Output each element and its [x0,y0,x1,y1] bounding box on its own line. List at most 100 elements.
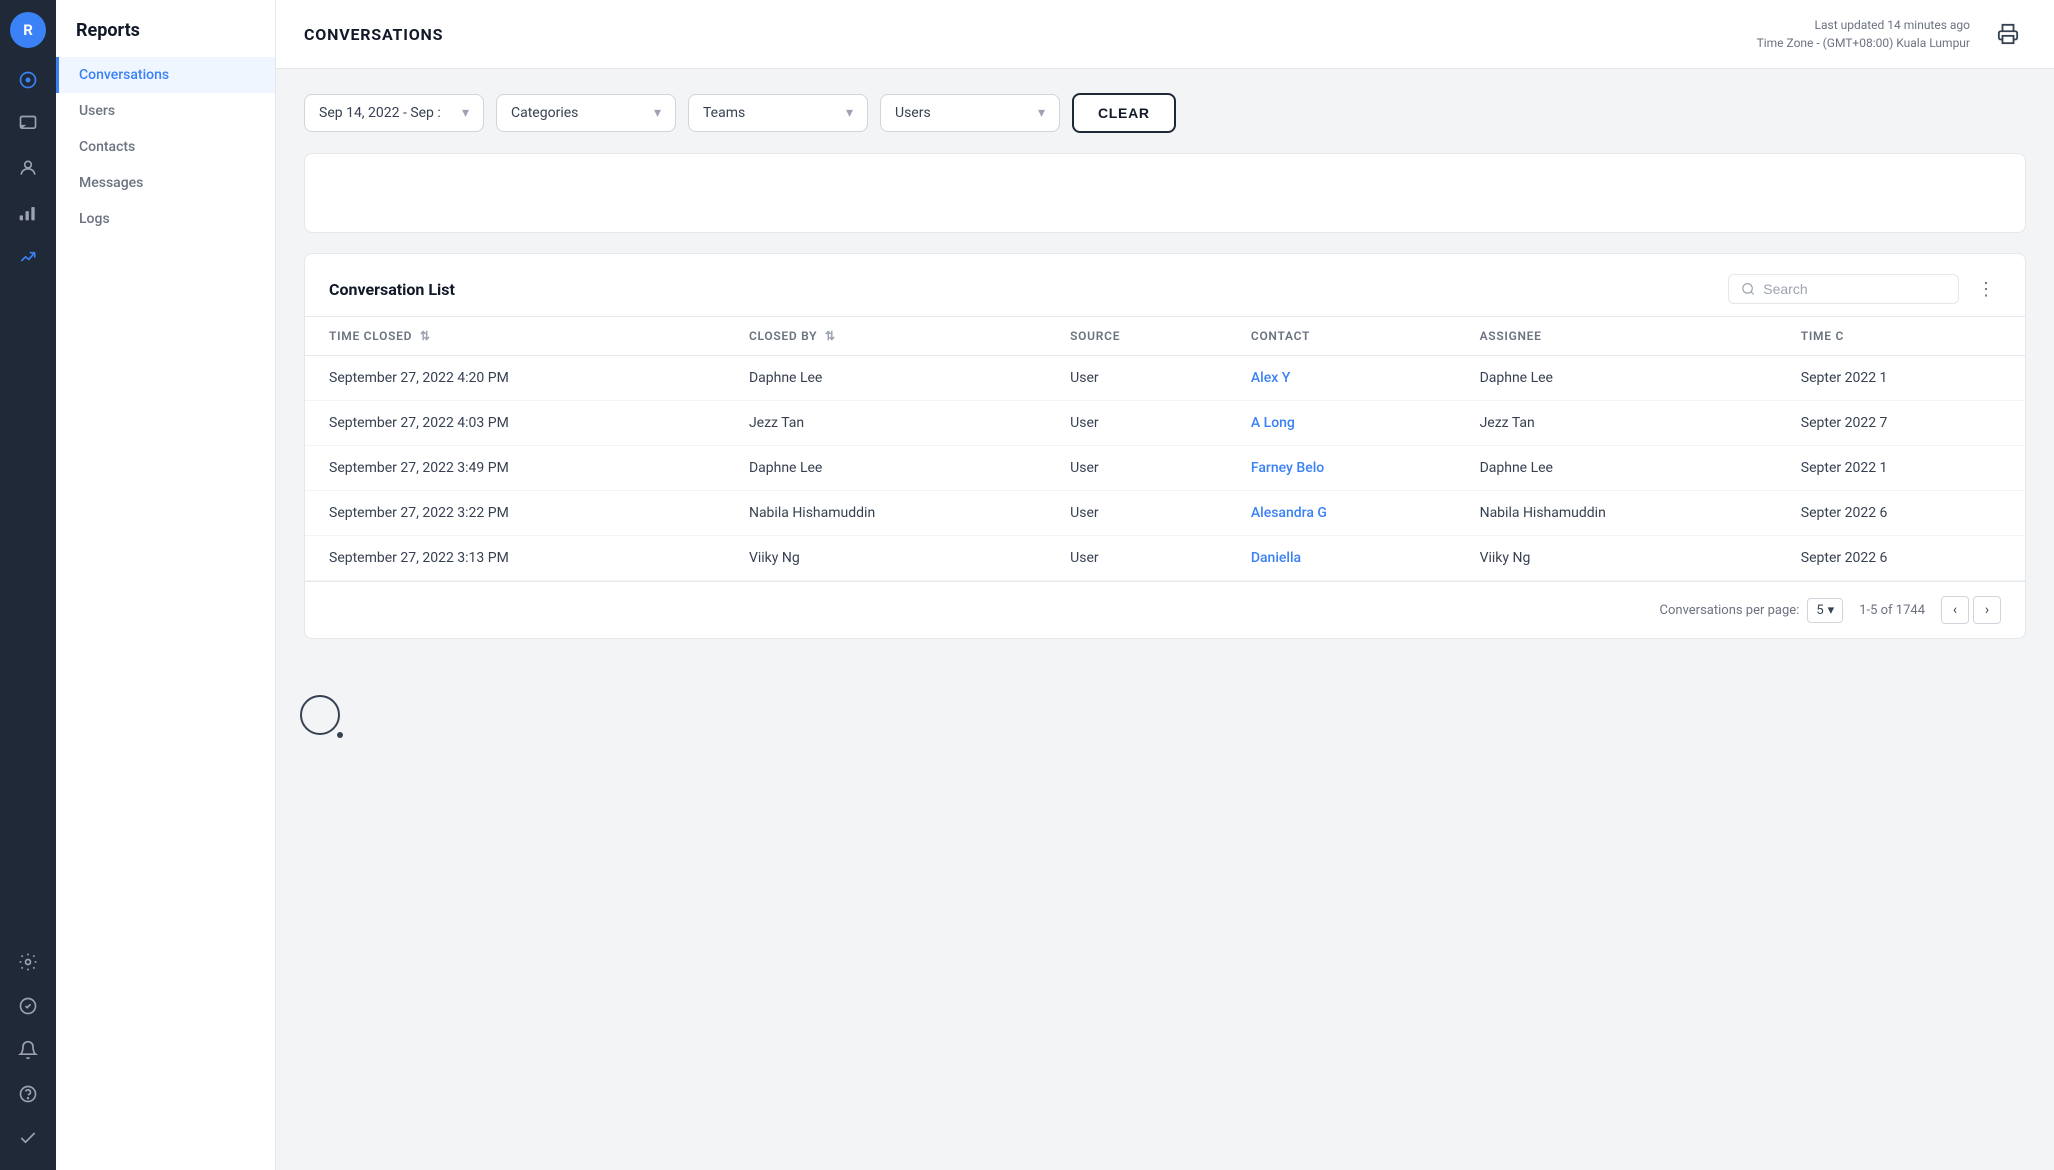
col-contact: CONTACT [1227,317,1456,356]
conversations-table: TIME CLOSED ⇅ CLOSED BY ⇅ SOURCE [305,316,2025,581]
sidebar-title: Reports [56,20,275,57]
table-header: TIME CLOSED ⇅ CLOSED BY ⇅ SOURCE [305,317,2025,356]
filters-row: Sep 14, 2022 - Sep : ▾ Categories ▾ Team… [304,93,2026,133]
col-closed-by: CLOSED BY ⇅ [725,317,1046,356]
cell-time-closed-0: September 27, 2022 4:20 PM [305,356,725,401]
cell-contact-1[interactable]: A Long [1227,401,1456,446]
teams-label: Teams [703,105,745,121]
categories-label: Categories [511,105,578,121]
categories-filter[interactable]: Categories ▾ [496,94,676,132]
cell-closed-by-2: Daphne Lee [725,446,1046,491]
users-filter[interactable]: Users ▾ [880,94,1060,132]
cell-contact-4[interactable]: Daniella [1227,536,1456,581]
icon-bar-bottom [8,942,48,1158]
page-navigation: ‹ › [1941,596,2001,624]
table-body: September 27, 2022 4:20 PM Daphne Lee Us… [305,356,2025,581]
teams-caret-icon: ▾ [846,105,853,121]
col-assignee: ASSIGNEE [1456,317,1777,356]
cell-source-2: User [1046,446,1227,491]
cell-time-created-3: Septer 2022 6 [1777,491,2025,536]
sort-icon-time-closed[interactable]: ⇅ [420,329,431,343]
sidebar-item-users[interactable]: Users [56,93,275,129]
per-page-caret-icon: ▾ [1828,603,1835,618]
date-range-filter[interactable]: Sep 14, 2022 - Sep : ▾ [304,94,484,132]
cell-time-closed-2: September 27, 2022 3:49 PM [305,446,725,491]
cell-source-4: User [1046,536,1227,581]
date-range-caret-icon: ▾ [462,105,469,121]
nav-icon-contacts[interactable] [8,148,48,188]
nav-icon-signal[interactable] [8,192,48,232]
prev-page-button[interactable]: ‹ [1941,596,1969,624]
table-row: September 27, 2022 4:20 PM Daphne Lee Us… [305,356,2025,401]
sidebar-item-conversations[interactable]: Conversations [56,57,275,93]
search-input[interactable] [1763,281,1946,297]
header-meta: Last updated 14 minutes ago Time Zone - … [1757,16,1970,52]
teams-filter[interactable]: Teams ▾ [688,94,868,132]
nav-icon-check[interactable] [8,1118,48,1158]
page-header: CONVERSATIONS Last updated 14 minutes ag… [276,0,2054,69]
conversation-list-card: Conversation List ⋮ [304,253,2026,639]
search-box[interactable] [1728,274,1959,304]
clear-button[interactable]: CLEAR [1072,93,1176,133]
categories-caret-icon: ▾ [654,105,661,121]
table-row: September 27, 2022 3:22 PM Nabila Hisham… [305,491,2025,536]
sidebar-item-messages[interactable]: Messages [56,165,275,201]
cell-closed-by-0: Daphne Lee [725,356,1046,401]
cell-contact-3[interactable]: Alesandra G [1227,491,1456,536]
sidebar: Reports Conversations Users Contacts Mes… [56,0,276,1170]
per-page-label: Conversations per page: [1660,603,1800,618]
cell-closed-by-3: Nabila Hishamuddin [725,491,1046,536]
cell-time-closed-1: September 27, 2022 4:03 PM [305,401,725,446]
sort-icon-closed-by[interactable]: ⇅ [825,329,836,343]
users-caret-icon: ▾ [1038,105,1045,121]
cell-closed-by-1: Jezz Tan [725,401,1046,446]
next-page-button[interactable]: › [1973,596,2001,624]
cell-time-created-1: Septer 2022 7 [1777,401,2025,446]
sidebar-item-logs[interactable]: Logs [56,201,275,237]
cell-time-closed-4: September 27, 2022 3:13 PM [305,536,725,581]
col-time-created: TIME C [1777,317,2025,356]
cell-assignee-3: Nabila Hishamuddin [1456,491,1777,536]
header-right: Last updated 14 minutes ago Time Zone - … [1757,16,2026,52]
more-options-button[interactable]: ⋮ [1971,274,2001,304]
cell-contact-2[interactable]: Farney Belo [1227,446,1456,491]
page-info: 1-5 of 1744 [1859,603,1925,618]
cell-source-0: User [1046,356,1227,401]
cell-time-created-0: Septer 2022 1 [1777,356,2025,401]
cell-source-1: User [1046,401,1227,446]
nav-icon-chart[interactable] [8,236,48,276]
per-page-selector: Conversations per page: 5 ▾ [1660,598,1844,623]
cell-contact-0[interactable]: Alex Y [1227,356,1456,401]
card-title: Conversation List [329,280,455,299]
content-area: Sep 14, 2022 - Sep : ▾ Categories ▾ Team… [276,69,2054,1170]
users-label: Users [895,105,931,121]
nav-icon-badge[interactable] [8,986,48,1026]
per-page-select[interactable]: 5 ▾ [1807,598,1843,623]
table-wrap: TIME CLOSED ⇅ CLOSED BY ⇅ SOURCE [305,316,2025,581]
print-button[interactable] [1990,16,2026,52]
nav-icon-chat[interactable] [8,104,48,144]
nav-icon-help[interactable] [8,1074,48,1114]
per-page-value: 5 [1816,603,1823,618]
nav-icon-settings[interactable] [8,942,48,982]
nav-icon-dashboard[interactable] [8,60,48,100]
sidebar-item-contacts[interactable]: Contacts [56,129,275,165]
page-title: CONVERSATIONS [304,25,443,44]
cell-assignee-0: Daphne Lee [1456,356,1777,401]
pagination: Conversations per page: 5 ▾ 1-5 of 1744 … [305,581,2025,638]
col-time-closed: TIME CLOSED ⇅ [305,317,725,356]
user-avatar[interactable]: R [10,12,46,48]
cell-time-created-4: Septer 2022 6 [1777,536,2025,581]
chart-area [304,153,2026,233]
search-icon [1741,281,1755,297]
main-area: CONVERSATIONS Last updated 14 minutes ag… [276,0,2054,1170]
last-updated-text: Last updated 14 minutes ago [1757,16,1970,34]
cell-time-closed-3: September 27, 2022 3:22 PM [305,491,725,536]
table-row: September 27, 2022 3:13 PM Viiky Ng User… [305,536,2025,581]
icon-bar: R [0,0,56,1170]
table-row: September 27, 2022 3:49 PM Daphne Lee Us… [305,446,2025,491]
nav-icon-bell[interactable] [8,1030,48,1070]
timezone-text: Time Zone - (GMT+08:00) Kuala Lumpur [1757,34,1970,52]
cell-assignee-4: Viiky Ng [1456,536,1777,581]
col-source: SOURCE [1046,317,1227,356]
